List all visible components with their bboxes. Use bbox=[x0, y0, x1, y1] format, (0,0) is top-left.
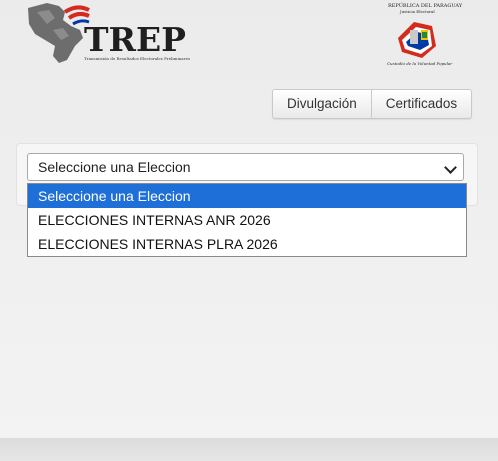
election-select[interactable]: Seleccione una Eleccion bbox=[27, 153, 464, 181]
election-dropdown-list: Seleccione una Eleccion ELECCIONES INTER… bbox=[27, 183, 467, 257]
chevron-down-icon bbox=[444, 161, 457, 174]
nav-button-group: Divulgación Certificados bbox=[272, 89, 473, 119]
divulgacion-button[interactable]: Divulgación bbox=[273, 90, 371, 118]
trep-logo-subtitle: Transmisión de Resultados Electorales Pr… bbox=[84, 56, 191, 61]
tsje-slogan-text: Custodio de la Voluntad Popular bbox=[387, 61, 453, 66]
footer-band bbox=[0, 438, 498, 461]
tsje-emblem-icon bbox=[384, 0, 454, 70]
election-option-placeholder[interactable]: Seleccione una Eleccion bbox=[28, 184, 466, 208]
certificados-button[interactable]: Certificados bbox=[370, 90, 471, 118]
election-option-anr-2026[interactable]: ELECCIONES INTERNAS ANR 2026 bbox=[28, 208, 466, 232]
election-option-plra-2026[interactable]: ELECCIONES INTERNAS PLRA 2026 bbox=[28, 232, 466, 256]
trep-logo-text: TREP bbox=[84, 20, 186, 59]
election-select-value: Seleccione una Eleccion bbox=[38, 159, 191, 175]
